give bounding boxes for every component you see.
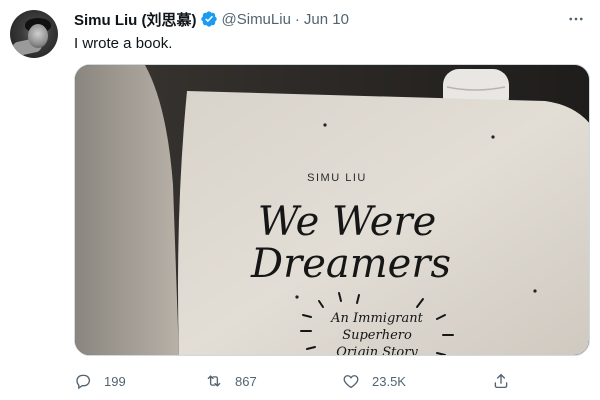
share-button[interactable] xyxy=(492,372,522,390)
book-photo: SIMU LIU We Were Dreamers An Immigrant S… xyxy=(75,65,589,356)
reply-button[interactable]: 199 xyxy=(74,372,126,390)
tweet-media-image[interactable]: SIMU LIU We Were Dreamers An Immigrant S… xyxy=(74,64,590,356)
share-icon xyxy=(494,373,508,389)
tweet-text: I wrote a book. xyxy=(74,35,173,52)
like-count: 23.5K xyxy=(372,373,406,389)
reply-icon xyxy=(76,374,91,390)
like-button[interactable]: 23.5K xyxy=(342,372,406,390)
reply-count: 199 xyxy=(104,373,126,389)
book-author-text: SIMU LIU xyxy=(307,172,367,184)
avatar[interactable] xyxy=(10,10,58,58)
verified-badge-icon xyxy=(200,10,218,28)
avatar-face xyxy=(28,24,48,48)
tweet-header: Simu Liu (刘思慕) @SimuLiu · Jun 10 xyxy=(74,8,349,30)
retweet-icon xyxy=(207,375,221,387)
tweet-actions: 199 867 23.5K xyxy=(74,364,520,396)
subtitle-line1: An Immigrant xyxy=(330,311,423,326)
tweet-timestamp[interactable]: Jun 10 xyxy=(304,11,349,28)
retweet-button[interactable]: 867 xyxy=(205,372,257,390)
separator-dot: · xyxy=(294,10,300,28)
tweet[interactable]: Simu Liu (刘思慕) @SimuLiu · Jun 10 I wrote… xyxy=(0,0,600,400)
subtitle-line2: Superhero xyxy=(342,328,412,343)
heart-icon xyxy=(343,375,359,389)
book-title-line1: We Were xyxy=(258,199,437,245)
subtitle-line3: Origin Story xyxy=(336,345,418,356)
author-name[interactable]: Simu Liu (刘思慕) xyxy=(74,9,197,30)
more-horizontal-icon[interactable] xyxy=(562,8,590,30)
retweet-count: 867 xyxy=(235,373,257,389)
book-title-line2: Dreamers xyxy=(250,241,451,287)
author-handle[interactable]: @SimuLiu xyxy=(222,11,291,28)
